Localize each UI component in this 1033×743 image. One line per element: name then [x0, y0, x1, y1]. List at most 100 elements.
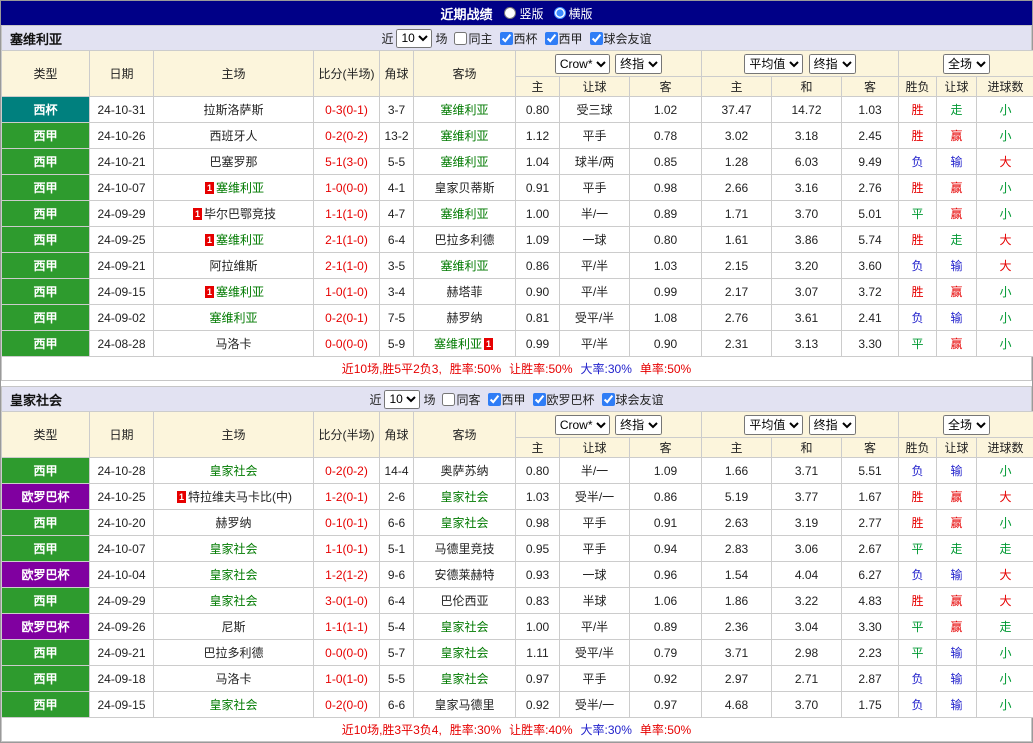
euro-home-odds: 2.31 — [702, 331, 772, 357]
team-name[interactable]: 皇家社会 — [440, 490, 488, 504]
asian-handicap: 半/一 — [560, 201, 630, 227]
team-name[interactable]: 巴拉多利德 — [434, 233, 494, 247]
red-card-badge: 1 — [205, 286, 214, 298]
euro-away-odds: 6.27 — [842, 562, 899, 588]
league-filter[interactable]: 西杯 — [496, 30, 538, 47]
horizontal-radio[interactable] — [554, 7, 566, 19]
asian-source-select[interactable]: Crow* — [555, 54, 610, 74]
team-name[interactable]: 巴拉多利德 — [203, 646, 263, 660]
away-team-cell: 塞维利亚 — [414, 201, 516, 227]
team-name[interactable]: 皇家社会 — [440, 516, 488, 530]
league-filter[interactable]: 球会友谊 — [586, 30, 652, 47]
team-name[interactable]: 塞维利亚 — [440, 207, 488, 221]
team-name[interactable]: 奥萨苏纳 — [440, 464, 488, 478]
team-name[interactable]: 皇家社会 — [209, 698, 257, 712]
match-count-select[interactable]: 10 — [396, 29, 432, 48]
team-name[interactable]: 塞维利亚 — [440, 103, 488, 117]
league-filter[interactable]: 西甲 — [484, 391, 526, 408]
team-name[interactable]: 塞维利亚 — [440, 259, 488, 273]
euro-source-select[interactable]: 平均值 — [744, 415, 803, 435]
match-date: 24-09-25 — [90, 227, 154, 253]
near-label: 近 — [381, 30, 393, 47]
euro-home-odds: 1.71 — [702, 201, 772, 227]
full-time-select[interactable]: 全场 — [943, 54, 990, 74]
team-name[interactable]: 皇家社会 — [209, 594, 257, 608]
league-checkbox[interactable] — [500, 32, 513, 45]
league-filter[interactable]: 欧罗巴杯 — [529, 391, 595, 408]
team-name[interactable]: 马洛卡 — [215, 337, 251, 351]
match-row: 西甲24-09-29皇家社会3-0(1-0)6-4巴伦西亚0.83半球1.061… — [2, 588, 1033, 614]
team-name[interactable]: 塞维利亚 — [434, 337, 482, 351]
team-name[interactable]: 阿拉维斯 — [209, 259, 257, 273]
league-checkbox[interactable] — [590, 32, 603, 45]
team-name[interactable]: 西班牙人 — [209, 129, 257, 143]
euro-draw-odds: 3.71 — [772, 458, 842, 484]
team-name[interactable]: 赫塔菲 — [446, 285, 482, 299]
team-name[interactable]: 皇家社会 — [440, 620, 488, 634]
team-name[interactable]: 塞维利亚 — [440, 155, 488, 169]
league-checkbox[interactable] — [488, 393, 501, 406]
league-checkbox[interactable] — [533, 393, 546, 406]
team-name[interactable]: 皇家社会 — [209, 464, 257, 478]
euro-final-select[interactable]: 终指 — [809, 415, 856, 435]
goals-result: 小 — [977, 201, 1033, 227]
asian-source-select[interactable]: Crow* — [555, 415, 610, 435]
team-name[interactable]: 皇家社会 — [440, 646, 488, 660]
team-name[interactable]: 安德莱赫特 — [434, 568, 494, 582]
team-name[interactable]: 赫罗纳 — [215, 516, 251, 530]
league-type-badge: 西甲 — [2, 666, 90, 692]
league-filter[interactable]: 球会友谊 — [598, 391, 664, 408]
asian-away-odds: 0.94 — [630, 536, 702, 562]
team-name[interactable]: 塞维利亚 — [209, 311, 257, 325]
layout-radio-vertical[interactable]: 竖版 — [504, 5, 543, 22]
team-name[interactable]: 塞维利亚 — [216, 233, 264, 247]
team-name[interactable]: 皇家贝蒂斯 — [434, 181, 494, 195]
asian-home-odds: 1.03 — [516, 484, 560, 510]
team-name[interactable]: 尼斯 — [221, 620, 245, 634]
team-name[interactable]: 皇家社会 — [209, 568, 257, 582]
team-name[interactable]: 巴塞罗那 — [209, 155, 257, 169]
same-venue-checkbox[interactable] — [454, 32, 467, 45]
team-name[interactable]: 皇家马德里 — [434, 698, 494, 712]
asian-home-odds: 0.80 — [516, 97, 560, 123]
league-filter[interactable]: 西甲 — [541, 30, 583, 47]
win-loss-result: 胜 — [899, 279, 937, 305]
league-checkbox[interactable] — [545, 32, 558, 45]
same-venue-checkbox[interactable] — [442, 393, 455, 406]
league-type-badge: 西甲 — [2, 640, 90, 666]
team-name[interactable]: 马洛卡 — [215, 672, 251, 686]
match-date: 24-10-31 — [90, 97, 154, 123]
team-name[interactable]: 皇家社会 — [440, 672, 488, 686]
corner-score: 3-4 — [380, 279, 414, 305]
layout-radio-horizontal[interactable]: 横版 — [554, 5, 593, 22]
away-team-cell: 塞维利亚 — [414, 253, 516, 279]
same-venue-filter[interactable]: 同客 — [438, 391, 480, 408]
team-name[interactable]: 拉斯洛萨斯 — [203, 103, 263, 117]
match-date: 24-09-21 — [90, 640, 154, 666]
league-checkbox[interactable] — [602, 393, 615, 406]
full-time-select[interactable]: 全场 — [943, 415, 990, 435]
team-name[interactable]: 马德里竞技 — [434, 542, 494, 556]
asian-final-select[interactable]: 终指 — [615, 54, 662, 74]
same-venue-filter[interactable]: 同主 — [450, 30, 492, 47]
team-name[interactable]: 塞维利亚 — [216, 181, 264, 195]
euro-source-select[interactable]: 平均值 — [744, 54, 803, 74]
team-name[interactable]: 赫罗纳 — [446, 311, 482, 325]
team-name[interactable]: 塞维利亚 — [440, 129, 488, 143]
team-name[interactable]: 毕尔巴鄂竞技 — [204, 207, 276, 221]
section-real-sociedad: 皇家社会 近 10 场 同客 西甲 欧罗巴杯 — [1, 386, 1032, 742]
summary-segment: 近10场,胜5平2负3, — [342, 360, 442, 377]
handicap-result: 输 — [937, 562, 977, 588]
match-row: 西甲24-08-28马洛卡0-0(0-0)5-9塞维利亚10.99平/半0.90… — [2, 331, 1033, 357]
euro-final-select[interactable]: 终指 — [809, 54, 856, 74]
team-name[interactable]: 特拉维夫马卡比(中) — [188, 490, 292, 504]
match-count-select[interactable]: 10 — [384, 390, 420, 409]
team-name[interactable]: 皇家社会 — [209, 542, 257, 556]
win-loss-result: 胜 — [899, 484, 937, 510]
asian-final-select[interactable]: 终指 — [615, 415, 662, 435]
sub-header-euro-draw: 和 — [772, 438, 842, 458]
team-name[interactable]: 巴伦西亚 — [440, 594, 488, 608]
vertical-radio[interactable] — [504, 7, 516, 19]
team-name[interactable]: 塞维利亚 — [216, 285, 264, 299]
euro-away-odds: 3.72 — [842, 279, 899, 305]
